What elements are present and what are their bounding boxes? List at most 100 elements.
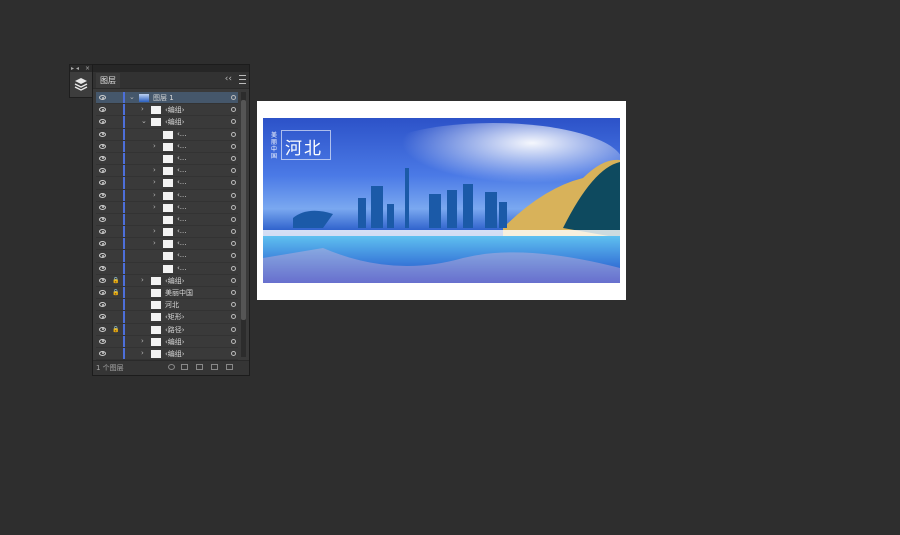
layer-color-bar bbox=[123, 92, 125, 104]
visibility-eye-icon[interactable] bbox=[99, 107, 106, 113]
target-circle-icon[interactable] bbox=[231, 314, 236, 320]
visibility-eye-icon[interactable] bbox=[99, 290, 106, 295]
target-circle-icon[interactable] bbox=[231, 131, 236, 137]
expand-arrow-icon[interactable]: › bbox=[153, 191, 156, 199]
target-circle-icon[interactable] bbox=[231, 326, 236, 332]
target-circle-icon[interactable] bbox=[231, 155, 236, 161]
target-circle-icon[interactable] bbox=[231, 168, 236, 174]
visibility-eye-icon[interactable] bbox=[99, 229, 106, 235]
target-circle-icon[interactable] bbox=[231, 338, 236, 344]
expand-arrow-icon[interactable]: › bbox=[153, 178, 156, 186]
expand-arrow-icon[interactable]: › bbox=[153, 203, 156, 211]
layer-row[interactable]: 🔒 美丽中国 bbox=[96, 287, 238, 300]
layer-row[interactable]: ‹... bbox=[96, 152, 238, 166]
visibility-eye-icon[interactable] bbox=[99, 326, 106, 332]
expand-arrow-icon[interactable]: ⌄ bbox=[141, 117, 147, 125]
target-circle-icon[interactable] bbox=[231, 241, 236, 247]
visibility-eye-icon[interactable] bbox=[99, 265, 106, 271]
visibility-eye-icon[interactable] bbox=[99, 314, 106, 320]
target-circle-icon[interactable] bbox=[231, 350, 236, 356]
target-circle-icon[interactable] bbox=[231, 290, 236, 295]
layer-row[interactable]: › ‹编组› bbox=[96, 104, 238, 117]
target-circle-icon[interactable] bbox=[231, 277, 236, 283]
visibility-eye-icon[interactable] bbox=[99, 155, 106, 161]
new-layer-icon[interactable] bbox=[211, 364, 218, 370]
layer-thumbnail bbox=[151, 276, 161, 285]
layer-row[interactable]: 🔒 ‹路径› bbox=[96, 323, 238, 336]
expand-arrow-icon[interactable]: › bbox=[153, 227, 156, 235]
target-circle-icon[interactable] bbox=[231, 216, 236, 222]
visibility-eye-icon[interactable] bbox=[99, 277, 106, 283]
expand-arrow-icon[interactable]: › bbox=[141, 349, 144, 357]
make-clip-mask-icon[interactable] bbox=[181, 364, 188, 370]
layer-row[interactable]: › ‹... bbox=[96, 226, 238, 239]
expand-arrow-icon[interactable]: › bbox=[153, 142, 156, 150]
layer-row[interactable]: ⌄ 图层 1 bbox=[96, 92, 238, 105]
new-sublayer-icon[interactable] bbox=[196, 364, 203, 370]
layer-row[interactable]: ‹... bbox=[96, 262, 238, 275]
target-circle-icon[interactable] bbox=[231, 192, 236, 198]
scrollbar-thumb[interactable] bbox=[241, 100, 246, 320]
layer-label: ‹... bbox=[177, 141, 187, 150]
visibility-eye-icon[interactable] bbox=[99, 143, 106, 149]
tab-layers[interactable]: 图层 bbox=[96, 73, 120, 88]
visibility-eye-icon[interactable] bbox=[99, 241, 106, 247]
collapse-panel-button[interactable]: ‹‹ bbox=[225, 74, 232, 84]
visibility-eye-icon[interactable] bbox=[99, 338, 106, 344]
layer-row[interactable]: › ‹... bbox=[96, 201, 238, 214]
target-circle-icon[interactable] bbox=[231, 229, 236, 235]
visibility-eye-icon[interactable] bbox=[99, 302, 106, 308]
layer-list-scrollbar[interactable] bbox=[241, 92, 246, 357]
expand-arrow-icon[interactable]: › bbox=[141, 276, 144, 284]
layer-row[interactable]: › ‹... bbox=[96, 177, 238, 190]
layer-row[interactable]: › ‹编组› bbox=[96, 335, 238, 348]
target-circle-icon[interactable] bbox=[231, 302, 236, 308]
lock-icon[interactable]: 🔒 bbox=[112, 289, 119, 296]
layer-row[interactable]: ‹... bbox=[96, 213, 238, 227]
layer-row[interactable]: ‹矩形› bbox=[96, 311, 238, 324]
strip-grip[interactable]: ▸◂ × bbox=[70, 65, 93, 72]
layer-count: 1 个图层 bbox=[96, 364, 124, 372]
target-circle-icon[interactable] bbox=[231, 265, 236, 271]
delete-layer-icon[interactable] bbox=[226, 364, 233, 370]
visibility-eye-icon[interactable] bbox=[99, 216, 106, 222]
layer-row[interactable]: › ‹... bbox=[96, 165, 238, 178]
lock-icon[interactable]: 🔒 bbox=[112, 326, 119, 333]
expand-arrow-icon[interactable]: › bbox=[153, 166, 156, 174]
visibility-eye-icon[interactable] bbox=[99, 131, 106, 137]
target-circle-icon[interactable] bbox=[231, 143, 236, 149]
expand-arrow-icon[interactable]: ⌄ bbox=[129, 93, 135, 101]
layer-row[interactable]: › ‹编组› bbox=[96, 347, 238, 361]
target-circle-icon[interactable] bbox=[231, 95, 236, 100]
target-circle-icon[interactable] bbox=[231, 204, 236, 210]
layer-row[interactable]: › ‹... bbox=[96, 189, 238, 202]
target-circle-icon[interactable] bbox=[231, 107, 236, 113]
panel-menu-icon[interactable] bbox=[239, 75, 246, 84]
visibility-eye-icon[interactable] bbox=[99, 168, 106, 174]
layer-row[interactable]: ‹... bbox=[96, 250, 238, 263]
visibility-eye-icon[interactable] bbox=[99, 192, 106, 198]
visibility-eye-icon[interactable] bbox=[99, 180, 106, 186]
target-circle-icon[interactable] bbox=[231, 180, 236, 186]
target-circle-icon[interactable] bbox=[231, 253, 236, 259]
visibility-eye-icon[interactable] bbox=[99, 119, 106, 125]
layer-row[interactable]: › ‹... bbox=[96, 140, 238, 153]
visibility-eye-icon[interactable] bbox=[99, 350, 106, 356]
layers-panel-button[interactable] bbox=[72, 75, 90, 93]
lock-icon[interactable]: 🔒 bbox=[112, 277, 119, 284]
visibility-eye-icon[interactable] bbox=[99, 204, 106, 210]
layer-row[interactable]: 河北 bbox=[96, 299, 238, 312]
expand-arrow-icon[interactable]: › bbox=[153, 239, 156, 247]
panel-grip[interactable] bbox=[93, 65, 249, 72]
expand-arrow-icon[interactable]: › bbox=[141, 337, 144, 345]
layer-row[interactable]: ‹... bbox=[96, 128, 238, 141]
visibility-eye-icon[interactable] bbox=[99, 95, 106, 100]
expand-arrow-icon[interactable]: › bbox=[141, 105, 144, 113]
visibility-eye-icon[interactable] bbox=[99, 253, 106, 259]
locate-object-icon[interactable] bbox=[168, 364, 175, 370]
layer-row[interactable]: › ‹... bbox=[96, 238, 238, 251]
layer-row[interactable]: 🔒 › ‹编组› bbox=[96, 274, 238, 287]
artboard[interactable]: 美丽中国 河北 bbox=[257, 101, 626, 300]
layer-row[interactable]: ⌄ ‹编组› bbox=[96, 116, 238, 129]
target-circle-icon[interactable] bbox=[231, 119, 236, 125]
